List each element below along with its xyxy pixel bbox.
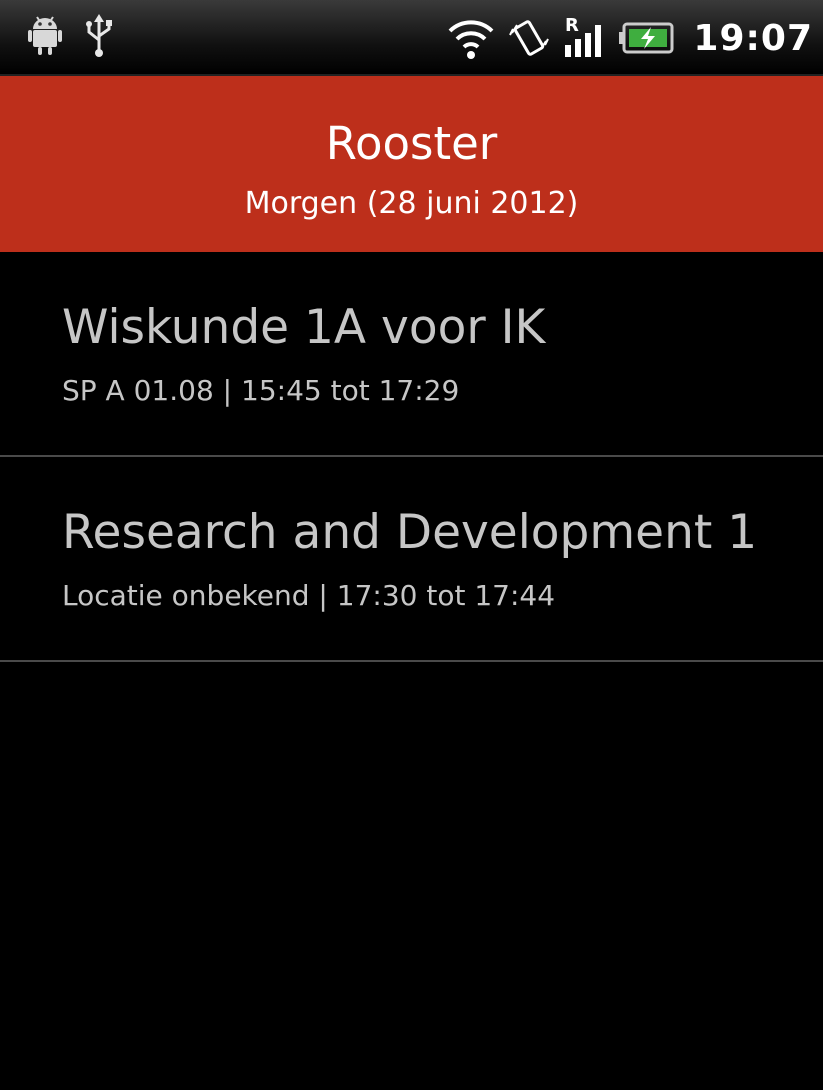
usb-icon [84,14,114,58]
app-header: Rooster Morgen (28 juni 2012) [0,76,823,252]
vibrate-icon [507,15,551,61]
svg-text:R: R [565,15,579,36]
system-icons: R 19:07 [447,8,813,68]
course-location-time: Locatie onbekend | 17:30 tot 17:44 [62,579,556,612]
status-bar: R 19:07 [0,0,823,76]
signal-roaming-icon: R [563,15,607,61]
wifi-icon [447,15,495,61]
course-title: Research and Development 1 [62,505,758,560]
schedule-item[interactable]: Wiskunde 1A voor IK SP A 01.08 | 15:45 t… [0,252,823,457]
notification-icons [28,14,136,58]
page-subtitle: Morgen (28 juni 2012) [244,186,579,221]
schedule-item[interactable]: Research and Development 1 Locatie onbek… [0,457,823,662]
status-time: 19:07 [693,17,813,59]
page-title: Rooster [325,117,498,170]
battery-charging-icon [619,18,675,58]
course-location-time: SP A 01.08 | 15:45 tot 17:29 [62,374,460,407]
course-title: Wiskunde 1A voor IK [62,300,546,355]
schedule-list: Wiskunde 1A voor IK SP A 01.08 | 15:45 t… [0,252,823,662]
android-debug-icon [28,16,62,56]
